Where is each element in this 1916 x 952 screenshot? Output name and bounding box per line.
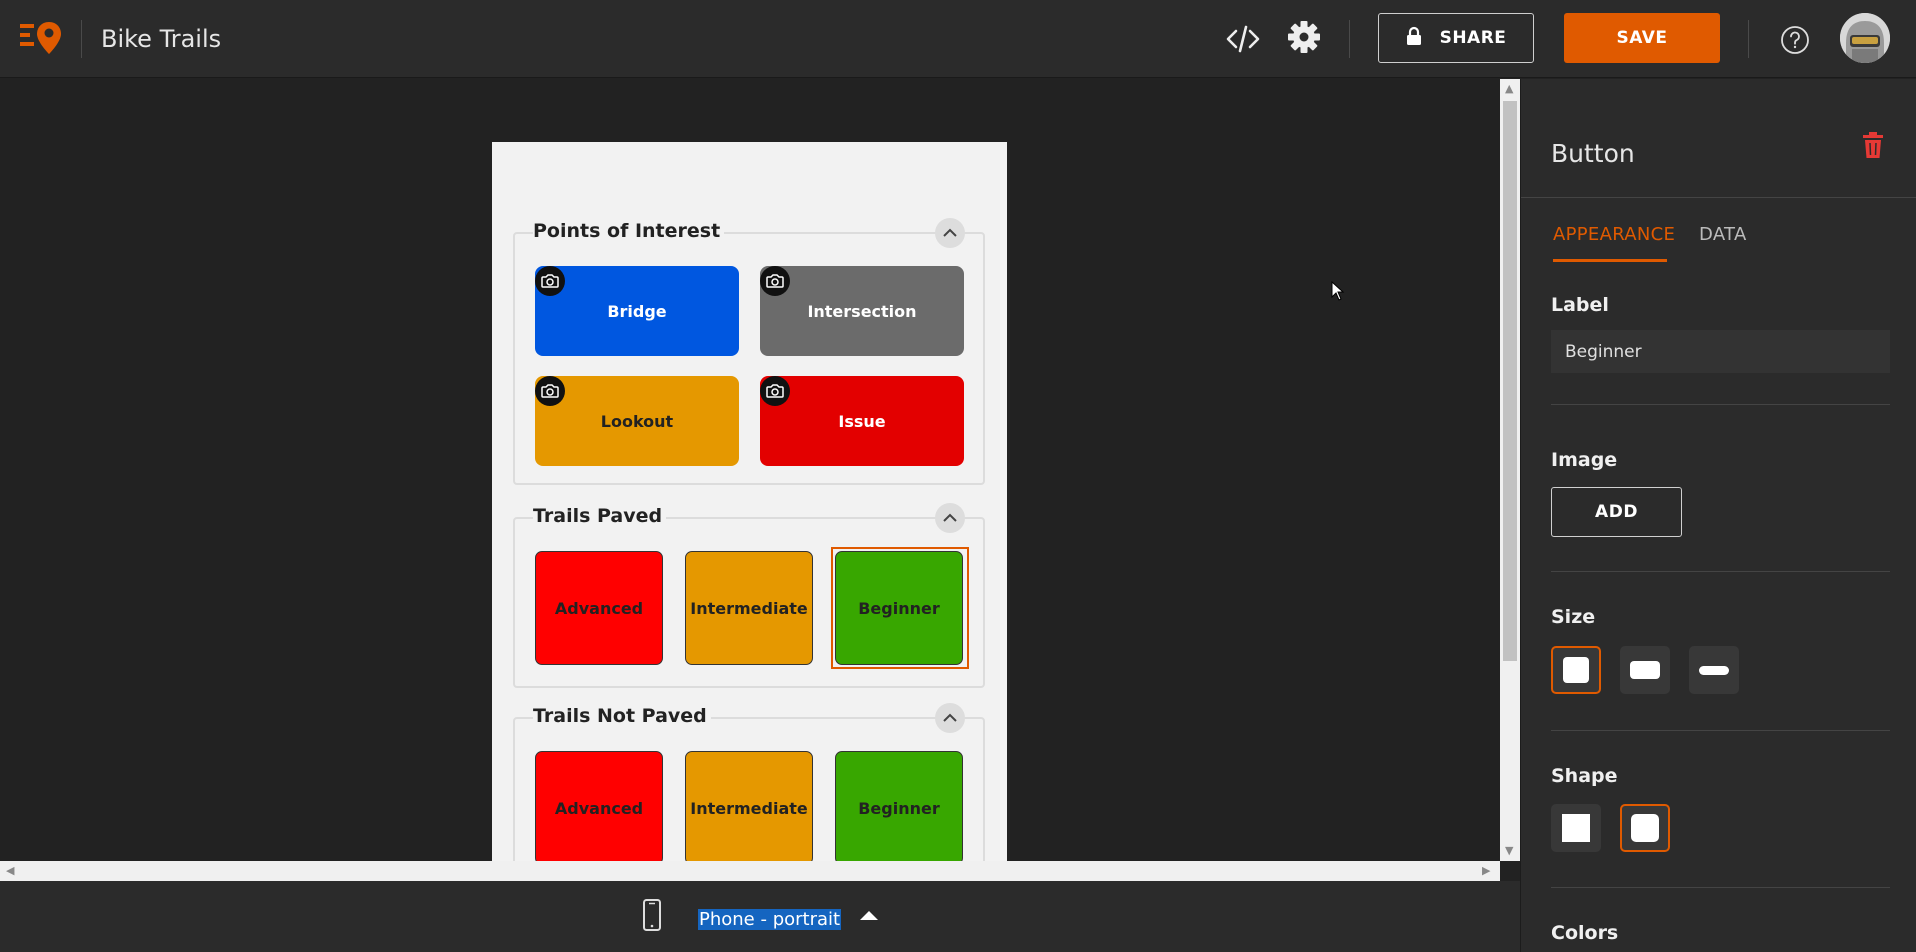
divider: [81, 20, 82, 58]
section-title: Trails Paved: [533, 505, 667, 527]
divider: [1748, 20, 1749, 58]
user-avatar[interactable]: [1840, 13, 1890, 63]
button-label: Issue: [838, 411, 886, 431]
section-points-of-interest: Points of Interest Bridge Intersection L…: [513, 218, 985, 485]
poi-lookout-button[interactable]: Lookout: [535, 376, 739, 466]
phone-icon[interactable]: [642, 899, 662, 935]
vertical-scrollbar[interactable]: ▲ ▼: [1500, 79, 1520, 861]
scroll-down-arrow-icon[interactable]: ▼: [1505, 845, 1513, 856]
caret-up-icon[interactable]: [860, 911, 878, 920]
device-bar: Phone - portrait: [0, 881, 1520, 952]
unpaved-beginner-button[interactable]: Beginner: [835, 751, 963, 861]
code-icon[interactable]: [1225, 21, 1261, 57]
collapse-button[interactable]: [935, 503, 965, 533]
label-input[interactable]: [1551, 330, 1890, 373]
size-heading: Size: [1551, 606, 1596, 628]
label-heading: Label: [1551, 294, 1609, 316]
help-icon[interactable]: [1780, 25, 1810, 55]
poi-bridge-button[interactable]: Bridge: [535, 266, 739, 356]
section-title: Trails Not Paved: [533, 705, 711, 727]
app-logo-icon[interactable]: [20, 20, 62, 56]
camera-icon: [535, 266, 565, 296]
app-title: Bike Trails: [101, 25, 222, 53]
size-wide-option[interactable]: [1620, 646, 1670, 694]
share-label: SHARE: [1439, 28, 1507, 48]
shape-square-option[interactable]: [1551, 804, 1601, 852]
scroll-right-arrow-icon[interactable]: ▶: [1482, 865, 1490, 876]
collapse-button[interactable]: [935, 218, 965, 248]
phone-preview: Points of Interest Bridge Intersection L…: [492, 142, 1007, 861]
button-label: Bridge: [607, 301, 667, 321]
camera-icon: [760, 266, 790, 296]
shape-heading: Shape: [1551, 765, 1618, 787]
scroll-up-arrow-icon[interactable]: ▲: [1505, 83, 1513, 94]
shape-rounded-option[interactable]: [1620, 804, 1670, 852]
tab-data[interactable]: DATA: [1699, 224, 1747, 245]
divider: [1349, 20, 1350, 58]
trash-icon[interactable]: [1862, 131, 1884, 163]
paved-advanced-button[interactable]: Advanced: [535, 551, 663, 665]
scroll-left-arrow-icon[interactable]: ◀: [6, 865, 14, 876]
unpaved-advanced-button[interactable]: Advanced: [535, 751, 663, 861]
divider: [1551, 404, 1890, 405]
scrollbar-thumb[interactable]: [1503, 101, 1517, 661]
device-selector[interactable]: Phone - portrait: [698, 909, 842, 930]
button-label: Lookout: [600, 411, 674, 431]
camera-icon: [760, 376, 790, 406]
collapse-button[interactable]: [935, 703, 965, 733]
share-button[interactable]: SHARE: [1378, 13, 1534, 63]
panel-title: Button: [1551, 139, 1635, 168]
section-trails-paved: Trails Paved Advanced Intermediate Begin…: [513, 503, 985, 688]
mouse-cursor-icon: [1331, 280, 1345, 305]
lock-icon: [1406, 26, 1422, 51]
camera-icon: [535, 376, 565, 406]
image-heading: Image: [1551, 449, 1618, 471]
colors-heading: Colors: [1551, 922, 1619, 944]
add-image-button[interactable]: ADD: [1551, 487, 1682, 537]
properties-panel: Button APPEARANCE DATA Label Image ADD S…: [1520, 79, 1916, 952]
size-bar-option[interactable]: [1689, 646, 1739, 694]
active-tab-indicator: [1553, 259, 1667, 262]
size-square-option[interactable]: [1551, 646, 1601, 694]
section-title: Points of Interest: [533, 220, 725, 242]
button-label: Intersection: [807, 301, 917, 321]
poi-intersection-button[interactable]: Intersection: [760, 266, 964, 356]
divider: [1551, 571, 1890, 572]
divider: [1521, 197, 1916, 198]
save-button[interactable]: SAVE: [1564, 13, 1720, 63]
section-trails-not-paved: Trails Not Paved Advanced Intermediate B…: [513, 703, 985, 861]
gear-icon[interactable]: [1286, 19, 1322, 55]
tab-appearance[interactable]: APPEARANCE: [1553, 224, 1675, 245]
paved-beginner-button[interactable]: Beginner: [835, 551, 963, 665]
unpaved-intermediate-button[interactable]: Intermediate: [685, 751, 813, 861]
paved-intermediate-button[interactable]: Intermediate: [685, 551, 813, 665]
divider: [1551, 887, 1890, 888]
horizontal-scrollbar[interactable]: ◀ ▶: [0, 861, 1500, 881]
divider: [1551, 730, 1890, 731]
poi-issue-button[interactable]: Issue: [760, 376, 964, 466]
top-bar: Bike Trails SHARE SAVE: [0, 0, 1916, 78]
